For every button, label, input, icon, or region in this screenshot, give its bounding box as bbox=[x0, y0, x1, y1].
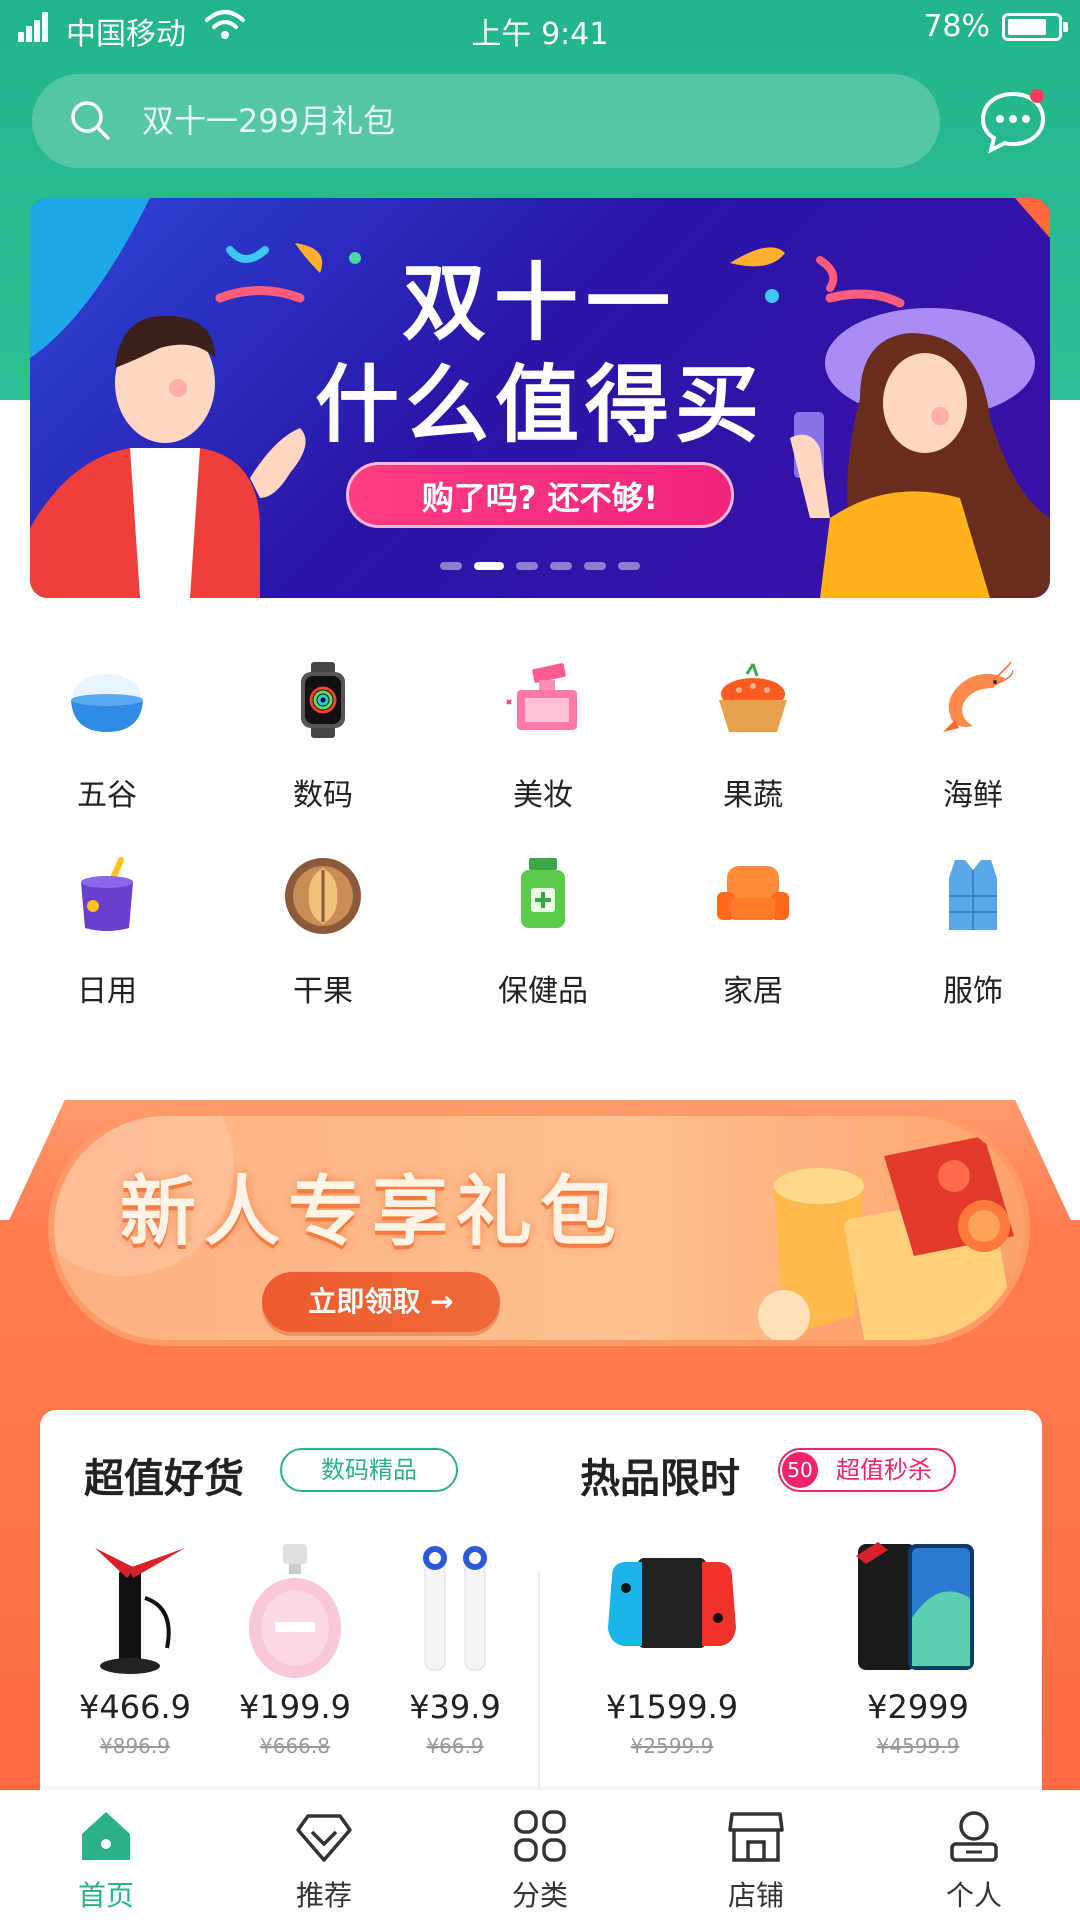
category-item-seafood[interactable]: 海鲜 bbox=[898, 660, 1048, 830]
router-product-image bbox=[95, 1548, 185, 1674]
tab-profile[interactable]: 个人 bbox=[904, 1806, 1044, 1916]
gift-coupon-illustration bbox=[758, 1136, 1014, 1340]
category-label: 果蔬 bbox=[723, 778, 783, 813]
user-icon bbox=[950, 1811, 998, 1862]
product-card[interactable]: ¥39.9 ¥66.9 bbox=[380, 1538, 530, 1798]
product-original-price: ¥66.9 bbox=[426, 1734, 484, 1758]
message-icon[interactable] bbox=[978, 88, 1048, 154]
promo-banner[interactable]: 双十一 什么值得买 购了吗? 还不够! bbox=[30, 198, 1050, 598]
tag-digital-picks[interactable]: 数码精品 bbox=[280, 1448, 458, 1492]
banner-subtitle: 什么值得买 bbox=[314, 356, 765, 454]
category-label: 美妆 bbox=[513, 778, 573, 813]
category-item-fruit[interactable]: 果蔬 bbox=[678, 660, 828, 830]
product-card[interactable]: ¥2999 ¥4599.9 bbox=[808, 1538, 1028, 1798]
tab-label: 首页 bbox=[77, 1879, 134, 1912]
category-label: 五谷 bbox=[77, 778, 137, 813]
promo-claim-button[interactable]: 立即领取 → bbox=[262, 1272, 500, 1332]
search-bar[interactable] bbox=[32, 74, 940, 168]
category-item-apparel[interactable]: 服饰 bbox=[898, 856, 1048, 1026]
category-item-health[interactable]: 保健品 bbox=[468, 856, 618, 1026]
banner-cta-button[interactable]: 购了吗? 还不够! bbox=[346, 462, 734, 528]
perfume-icon bbox=[506, 663, 577, 730]
carousel-dot bbox=[440, 562, 462, 570]
tab-label: 推荐 bbox=[295, 1879, 352, 1912]
product-card[interactable]: ¥466.9 ¥896.9 bbox=[60, 1538, 210, 1798]
status-time: 上午 9:41 bbox=[471, 17, 609, 52]
product-price: ¥1599.9 bbox=[605, 1688, 739, 1726]
flash-sale-badge: 50 bbox=[782, 1452, 818, 1488]
product-original-price: ¥2599.9 bbox=[630, 1734, 714, 1758]
vest-icon bbox=[949, 860, 997, 930]
product-price: ¥2999 bbox=[867, 1688, 969, 1726]
category-label: 保健品 bbox=[498, 974, 588, 1009]
divider bbox=[538, 1570, 540, 1800]
search-input[interactable] bbox=[140, 96, 900, 146]
category-item-home[interactable]: 家居 bbox=[678, 856, 828, 1026]
category-item-nuts[interactable]: 干果 bbox=[248, 856, 398, 1026]
carousel-dot bbox=[584, 562, 606, 570]
product-original-price: ¥896.9 bbox=[100, 1734, 170, 1758]
battery-percent: 78% bbox=[923, 9, 990, 44]
diamond-icon bbox=[296, 1814, 352, 1862]
section-title-hot: 热品限时 bbox=[580, 1456, 740, 1502]
game-console-product-image bbox=[608, 1558, 736, 1648]
shrimp-icon bbox=[943, 661, 1013, 732]
product-card[interactable]: ¥1599.9 ¥2599.9 bbox=[562, 1538, 782, 1798]
medicine-bottle-icon bbox=[521, 858, 565, 928]
product-card[interactable]: ¥199.9 ¥666.8 bbox=[220, 1538, 370, 1798]
tab-label: 个人 bbox=[945, 1879, 1002, 1912]
carousel-dot bbox=[618, 562, 640, 570]
home-icon bbox=[82, 1812, 130, 1860]
cup-icon bbox=[81, 857, 133, 931]
fruit-basket-icon bbox=[719, 663, 787, 732]
toothbrush-head-product-image bbox=[423, 1546, 487, 1671]
section-title-deals: 超值好货 bbox=[84, 1456, 244, 1502]
category-label: 干果 bbox=[293, 974, 353, 1009]
battery-icon bbox=[1002, 13, 1068, 41]
category-label: 海鲜 bbox=[943, 778, 1003, 813]
search-icon bbox=[71, 101, 110, 140]
tab-label: 分类 bbox=[511, 1879, 568, 1912]
carousel-dot bbox=[516, 562, 538, 570]
tab-store[interactable]: 店铺 bbox=[686, 1806, 826, 1916]
tab-recommend[interactable]: 推荐 bbox=[254, 1806, 394, 1916]
grid-icon bbox=[514, 1810, 566, 1862]
rice-bowl-icon bbox=[71, 674, 143, 732]
carousel-dot bbox=[550, 562, 572, 570]
bottom-tab-bar: 首页 推荐 分类 店铺 个人 bbox=[0, 1790, 1080, 1920]
smartwatch-icon bbox=[301, 662, 345, 738]
tab-label: 店铺 bbox=[727, 1879, 784, 1912]
category-label: 数码 bbox=[293, 778, 353, 813]
carousel-indicator bbox=[440, 562, 660, 570]
category-label: 服饰 bbox=[943, 974, 1003, 1009]
product-original-price: ¥4599.9 bbox=[876, 1734, 960, 1758]
category-label: 日用 bbox=[77, 974, 137, 1009]
flash-sale-label: 超值秒杀 bbox=[836, 1456, 932, 1484]
product-panel: 超值好货 数码精品 热品限时 50 超值秒杀 ¥466.9 ¥896.9 ¥19… bbox=[40, 1410, 1042, 1810]
category-label: 家居 bbox=[723, 974, 783, 1009]
product-price: ¥199.9 bbox=[239, 1688, 351, 1726]
product-price: ¥39.9 bbox=[409, 1688, 501, 1726]
sofa-icon bbox=[717, 866, 789, 920]
new-user-promo[interactable]: 新人专享礼包 立即领取 → bbox=[48, 1110, 1030, 1346]
tag-flash-sale[interactable]: 50 超值秒杀 bbox=[778, 1448, 956, 1492]
smartphone-product-image bbox=[856, 1542, 974, 1670]
tab-category[interactable]: 分类 bbox=[470, 1806, 610, 1916]
walnut-icon bbox=[285, 858, 361, 934]
perfume-product-image bbox=[249, 1544, 341, 1678]
category-item-digital[interactable]: 数码 bbox=[248, 660, 398, 830]
unread-dot bbox=[1030, 89, 1044, 103]
carousel-dot-active bbox=[474, 562, 504, 570]
category-item-daily[interactable]: 日用 bbox=[32, 856, 182, 1026]
category-item-beauty[interactable]: 美妆 bbox=[468, 660, 618, 830]
product-price: ¥466.9 bbox=[79, 1688, 191, 1726]
status-bar: 中国移动 上午 9:41 78% bbox=[0, 0, 1080, 56]
promo-title: 新人专享礼包 bbox=[120, 1167, 624, 1256]
store-icon bbox=[728, 1812, 784, 1862]
product-original-price: ¥666.8 bbox=[260, 1734, 330, 1758]
tab-home[interactable]: 首页 bbox=[36, 1806, 176, 1916]
category-item-grains[interactable]: 五谷 bbox=[32, 660, 182, 830]
